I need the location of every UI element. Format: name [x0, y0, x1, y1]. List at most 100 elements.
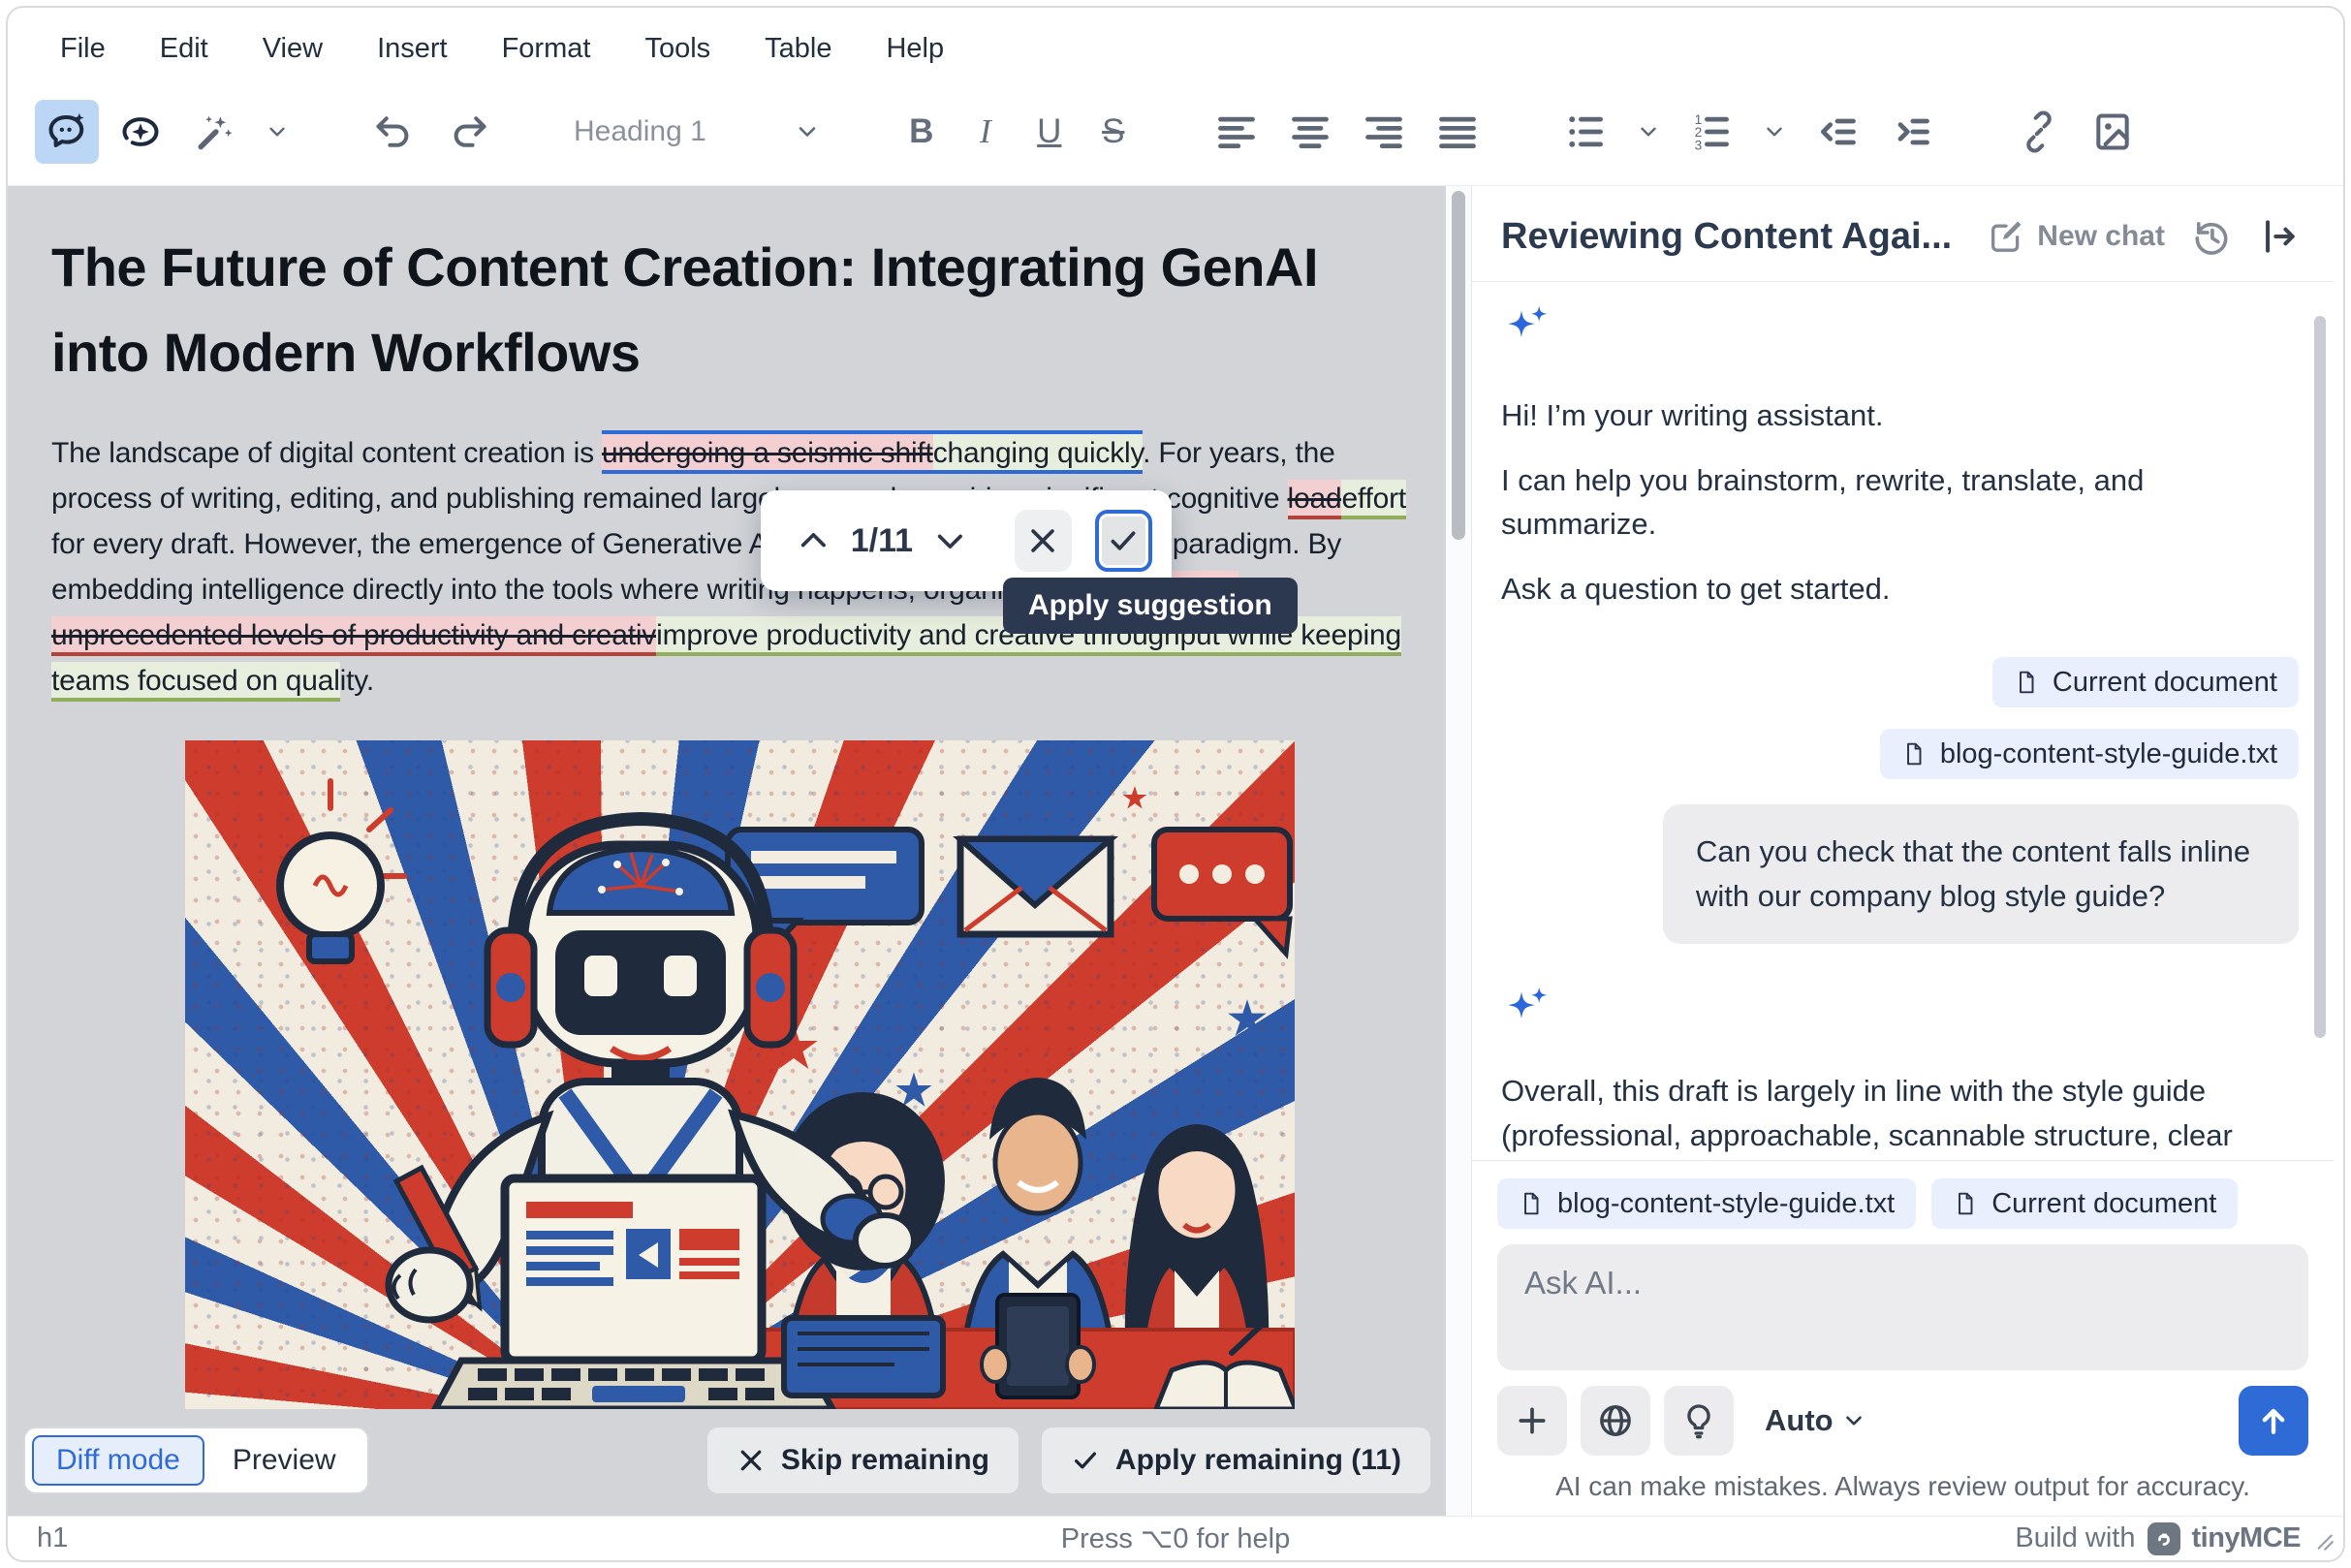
apply-suggestion-button[interactable]: [1095, 510, 1152, 572]
align-center-button[interactable]: [1278, 100, 1342, 164]
document-title: The Future of Content Creation: Integrat…: [51, 225, 1426, 395]
chip-label: blog-content-style-guide.txt: [1557, 1188, 1895, 1220]
menu-item[interactable]: Format: [502, 33, 591, 68]
chat-composer: blog-content-style-guide.txt Current doc…: [1472, 1160, 2334, 1516]
style-guide-chip[interactable]: blog-content-style-guide.txt: [1497, 1178, 1916, 1229]
branding[interactable]: Build with tinyMCE: [2015, 1522, 2343, 1555]
menu-item[interactable]: View: [263, 33, 323, 68]
preview-tab[interactable]: Preview: [208, 1435, 360, 1486]
ask-ai-input[interactable]: [1497, 1244, 2308, 1370]
align-left-icon: [1215, 110, 1258, 153]
undo-icon: [373, 110, 416, 153]
outdent-button[interactable]: [1805, 100, 1869, 164]
document-paragraph: The landscape of digital content creatio…: [51, 430, 1426, 704]
tinymce-logo-icon: [2147, 1522, 2180, 1555]
web-search-button[interactable]: [1581, 1386, 1650, 1456]
editor-scrollbar[interactable]: [1446, 186, 1471, 1516]
chevron-down-icon: [1841, 1408, 1866, 1433]
collapse-sidebar-icon[interactable]: [2258, 215, 2301, 258]
lightbulb-icon: [1679, 1401, 1718, 1440]
document-icon: [1519, 1189, 1544, 1218]
italic-button[interactable]: I: [958, 112, 1013, 151]
ai-sparkle-icon: [1501, 983, 1555, 1037]
plus-icon: [1513, 1401, 1552, 1440]
add-attachment-button[interactable]: [1497, 1386, 1567, 1456]
redo-button[interactable]: [436, 100, 500, 164]
outdent-icon: [1816, 110, 1859, 153]
indent-button[interactable]: [1879, 100, 1943, 164]
attached-context-chips: Current document blog-content-style-guid…: [1501, 657, 2299, 779]
composer-toolbar: Auto: [1497, 1386, 2308, 1456]
menu-item[interactable]: Insert: [377, 33, 448, 68]
strikethrough-button[interactable]: S: [1086, 112, 1141, 151]
chip-label: blog-content-style-guide.txt: [1940, 738, 2277, 770]
reject-suggestion-button[interactable]: [1015, 510, 1072, 572]
chat-history-icon[interactable]: [2190, 215, 2233, 258]
ai-shortcuts-button[interactable]: [109, 100, 172, 164]
assistant-response: Overall, this draft is largely in line w…: [1501, 1069, 2267, 1160]
bullet-list-button[interactable]: [1553, 100, 1617, 164]
numbered-list-button[interactable]: 1 2 3: [1679, 100, 1743, 164]
bold-button[interactable]: B: [894, 112, 949, 151]
robot-and-team-artwork: [185, 740, 1295, 1409]
indent-icon: [1890, 110, 1932, 153]
bullet-list-icon: [1564, 110, 1607, 153]
diff-segment[interactable]: changing quickly: [933, 430, 1143, 474]
skip-remaining-button[interactable]: Skip remaining: [707, 1427, 1019, 1493]
ai-chat-bubble-icon: [46, 110, 88, 153]
block-format-select[interactable]: Heading 1: [558, 115, 836, 148]
diff-segment[interactable]: The landscape of digital content creatio…: [51, 437, 602, 469]
editor-scrollbar-thumb[interactable]: [1452, 191, 1465, 540]
close-icon: [737, 1446, 766, 1475]
menu-item[interactable]: Help: [886, 33, 944, 68]
insert-image-button[interactable]: [2081, 100, 2145, 164]
bullet-list-dropdown[interactable]: [1627, 100, 1670, 164]
link-icon: [2018, 110, 2060, 153]
editor-canvas[interactable]: The Future of Content Creation: Integrat…: [8, 186, 1446, 1516]
ai-improve-button[interactable]: [182, 100, 246, 164]
style-guide-chip[interactable]: blog-content-style-guide.txt: [1880, 729, 2299, 779]
diff-segment[interactable]: effort: [1341, 480, 1406, 519]
previous-suggestion-icon[interactable]: [796, 521, 831, 560]
current-document-chip[interactable]: Current document: [1992, 657, 2299, 707]
align-right-button[interactable]: [1352, 100, 1416, 164]
block-format-label: Heading 1: [574, 115, 706, 148]
help-shortcut-text: Press ⌥0 for help: [8, 1521, 2343, 1555]
chat-scrollbar-thumb[interactable]: [2314, 316, 2326, 1038]
diff-action-bar: Diff mode Preview Skip remaining Apply r…: [23, 1427, 1430, 1494]
next-suggestion-icon[interactable]: [932, 521, 968, 560]
link-button[interactable]: [2007, 100, 2071, 164]
status-bar: h1 Press ⌥0 for help Build with tinyMCE: [8, 1516, 2343, 1560]
underline-button[interactable]: U: [1022, 112, 1077, 151]
new-chat-button[interactable]: New chat: [1987, 217, 2165, 256]
diff-segment[interactable]: undergoing a seismic shift: [602, 430, 933, 474]
send-button[interactable]: [2239, 1386, 2308, 1456]
align-left-button[interactable]: [1205, 100, 1269, 164]
magic-wand-icon: [193, 110, 235, 153]
menu-item[interactable]: Edit: [160, 33, 208, 68]
ai-improve-dropdown[interactable]: [256, 100, 298, 164]
menu-item[interactable]: Table: [765, 33, 831, 68]
numbered-list-dropdown[interactable]: [1753, 100, 1796, 164]
chip-label: Current document: [1991, 1188, 2216, 1220]
ai-disclaimer: AI can make mistakes. Always review outp…: [1497, 1456, 2308, 1516]
diff-mode-tab[interactable]: Diff mode: [32, 1435, 204, 1486]
align-justify-button[interactable]: [1426, 100, 1489, 164]
model-selector[interactable]: Auto: [1765, 1403, 1866, 1438]
align-justify-icon: [1436, 110, 1479, 153]
undo-button[interactable]: [362, 100, 426, 164]
apply-remaining-button[interactable]: Apply remaining (11): [1042, 1427, 1430, 1493]
chat-transcript: Hi! I’m your writing assistant. I can he…: [1472, 282, 2334, 1160]
current-document-chip[interactable]: Current document: [1931, 1178, 2238, 1229]
menu-item[interactable]: File: [60, 33, 106, 68]
numbered-list-icon: 1 2 3: [1690, 110, 1733, 153]
diff-segment[interactable]: ity.: [340, 665, 374, 697]
redo-icon: [447, 110, 489, 153]
ai-assistant-button[interactable]: [35, 100, 99, 164]
menu-item[interactable]: Tools: [644, 33, 710, 68]
toolbar: Heading 1 B I U S: [8, 78, 2343, 186]
diff-segment[interactable]: load: [1288, 480, 1342, 519]
document-icon: [2014, 668, 2039, 697]
suggestions-button[interactable]: [1664, 1386, 1734, 1456]
document-illustration: [185, 740, 1295, 1409]
